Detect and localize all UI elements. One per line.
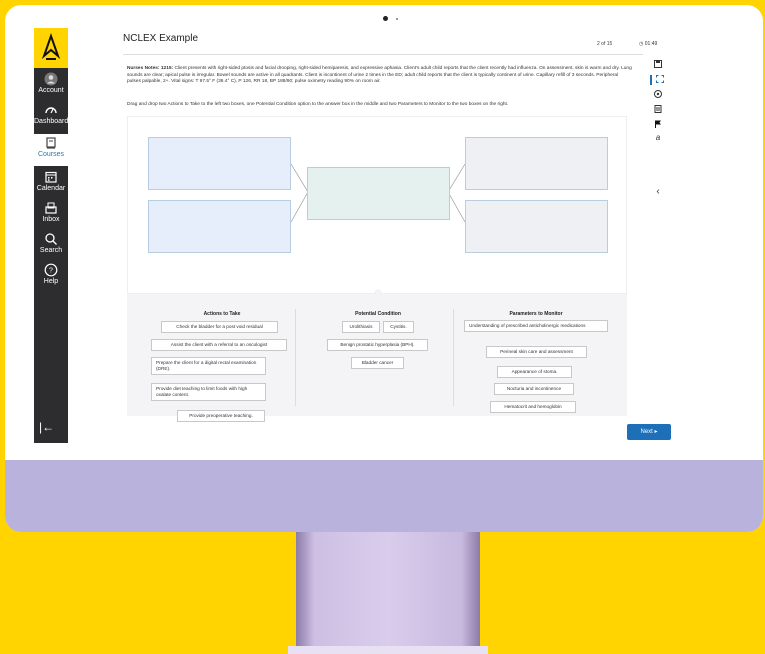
sidebar-item-label: Search: [39, 247, 63, 254]
sidebar-item-label: Calendar: [36, 185, 66, 192]
sidebar-item-courses[interactable]: Courses: [34, 134, 68, 166]
next-button[interactable]: Next ▸: [627, 424, 671, 440]
drop-zone-parameter-2[interactable]: [465, 200, 608, 253]
column-divider: [453, 309, 454, 406]
drop-area: [127, 116, 627, 295]
sidebar-item-inbox[interactable]: Inbox: [34, 201, 68, 223]
text-size-button[interactable]: a: [652, 133, 664, 142]
sidebar-item-label: Dashboard: [34, 118, 69, 125]
page-title: NCLEX Example: [123, 33, 199, 44]
avatar-icon: [44, 72, 58, 86]
option-parameter[interactable]: Appearance of stoma.: [497, 366, 572, 378]
column-divider: [295, 309, 296, 406]
dashboard-icon: [45, 107, 57, 114]
book-icon: [46, 137, 56, 149]
option-action[interactable]: Provide preoperative teaching.: [177, 410, 265, 422]
screen: Account Dashboard Courses Calendar Inbox…: [5, 5, 763, 460]
question-counter: 2 of 15: [597, 41, 613, 47]
option-action[interactable]: Prepare the client for a digital rectal …: [151, 357, 266, 375]
help-circle-button[interactable]: [652, 90, 664, 100]
inbox-icon: [45, 202, 57, 214]
text-size-icon: a: [655, 133, 661, 142]
sidebar-item-dashboard[interactable]: Dashboard: [34, 103, 68, 125]
camera-sensor: [396, 18, 398, 20]
search-icon: [45, 233, 57, 245]
save-icon: [654, 60, 662, 68]
nurses-notes: Nurses Notes: 1215: Client presents with…: [127, 66, 632, 86]
camera: [383, 16, 388, 21]
option-action[interactable]: Check the bladder for a post void residu…: [161, 321, 278, 333]
drop-zone-action-2[interactable]: [148, 200, 291, 253]
notes-label: Nurses Notes: 1215:: [127, 66, 174, 71]
column-title-condition: Potential Condition: [355, 311, 401, 317]
monitor-stand: [296, 532, 480, 654]
help-icon: ?: [44, 263, 58, 277]
sidebar-item-label: Account: [38, 87, 64, 94]
sidebar-item-search[interactable]: Search: [34, 232, 68, 254]
clock-icon: ◷: [639, 41, 644, 47]
header-divider: [123, 54, 643, 55]
timer-value: 01:49: [644, 41, 658, 47]
option-parameter[interactable]: Nocturia and incontinence: [494, 383, 574, 395]
instructions: Drag and drop two Actions to Take to the…: [127, 102, 509, 107]
global-nav-sidebar: Account Dashboard Courses Calendar Inbox…: [34, 28, 68, 443]
fullscreen-button[interactable]: [650, 75, 666, 85]
sidebar-item-label: Help: [43, 278, 59, 285]
timer: ◷ 01:49: [639, 41, 657, 47]
option-condition[interactable]: Cystitis.: [383, 321, 414, 333]
logo-icon: [41, 32, 61, 60]
monitor-stand-base: [288, 646, 488, 654]
svg-text:?: ?: [49, 268, 53, 275]
option-condition[interactable]: Benign prostatic hyperplasia (BPH).: [327, 339, 428, 351]
option-condition[interactable]: Urolithiasis: [342, 321, 380, 333]
sidebar-item-calendar[interactable]: Calendar: [34, 170, 68, 192]
calculator-icon: [654, 105, 662, 113]
drop-zone-parameter-1[interactable]: [465, 137, 608, 190]
sidebar-item-label: Inbox: [42, 216, 60, 223]
main-content: NCLEX Example 2 of 15 ◷ 01:49 Nurses Not…: [69, 28, 679, 443]
calendar-icon: [45, 171, 57, 183]
chevron-left-icon: ‹: [656, 186, 660, 197]
collapse-panel-button[interactable]: ‹: [652, 186, 664, 197]
question-toolbar: a ‹: [645, 60, 679, 418]
drop-zone-action-1[interactable]: [148, 137, 291, 190]
option-parameter[interactable]: Hematocrit and hemoglobin: [490, 401, 576, 413]
option-parameter[interactable]: Perineal skin care and assessment: [486, 346, 587, 358]
notes-text: Client presents with right-sided ptosis …: [127, 66, 632, 85]
option-action[interactable]: Assist the client with a referral to an …: [151, 339, 287, 351]
logo[interactable]: [34, 28, 68, 68]
option-parameter[interactable]: Understanding of prescribed anticholiner…: [464, 320, 608, 332]
calculator-button[interactable]: [652, 105, 664, 115]
monitor: Account Dashboard Courses Calendar Inbox…: [5, 5, 763, 532]
help-circle-icon: [654, 90, 662, 98]
save-button[interactable]: [652, 60, 664, 70]
option-action[interactable]: Provide diet teaching to limit foods wit…: [151, 383, 266, 401]
fullscreen-icon: [656, 75, 664, 83]
flag-button[interactable]: [652, 120, 664, 130]
option-condition[interactable]: Bladder cancer: [351, 357, 404, 369]
monitor-chin: [5, 460, 763, 532]
column-title-parameters: Parameters to Monitor: [509, 311, 563, 317]
sidebar-item-label: Courses: [37, 151, 65, 158]
column-title-actions: Actions to Take: [203, 311, 241, 317]
sidebar-item-account[interactable]: Account: [34, 72, 68, 94]
sidebar-item-help[interactable]: ? Help: [34, 263, 68, 285]
collapse-nav-button[interactable]: |←: [39, 420, 54, 434]
flag-icon: [655, 120, 661, 128]
drop-zone-condition[interactable]: [307, 167, 450, 220]
